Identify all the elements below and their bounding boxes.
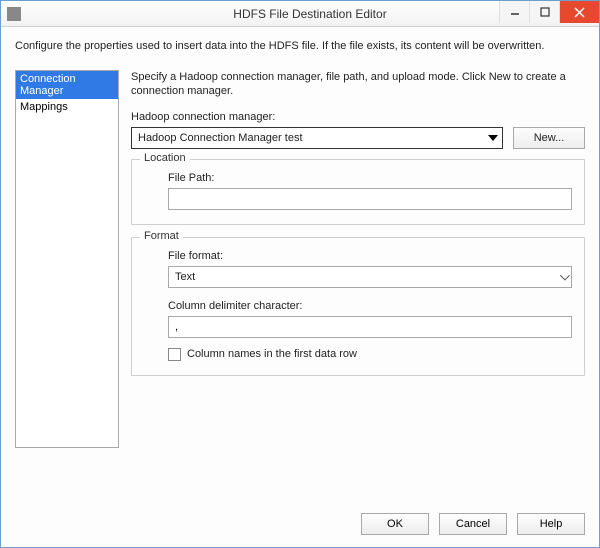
help-button[interactable]: Help	[517, 513, 585, 535]
maximize-icon	[540, 7, 550, 17]
conn-manager-value: Hadoop Connection Manager test	[138, 132, 303, 144]
chevron-down-icon	[484, 128, 502, 148]
format-legend: Format	[140, 230, 183, 242]
new-button-label: New...	[534, 132, 565, 144]
footer-buttons: OK Cancel Help	[361, 513, 585, 535]
titlebar: HDFS File Destination Editor	[1, 1, 599, 27]
firstrow-checkbox[interactable]	[168, 348, 181, 361]
close-button[interactable]	[559, 1, 599, 23]
location-group: Location File Path:	[131, 159, 585, 225]
chevron-down-icon	[560, 273, 567, 280]
firstrow-label: Column names in the first data row	[187, 348, 357, 360]
ok-label: OK	[387, 518, 403, 530]
content-panel: Specify a Hadoop connection manager, fil…	[131, 70, 585, 448]
fileformat-value: Text	[175, 271, 195, 283]
nav-item-label: Connection Manager	[20, 73, 76, 97]
location-legend: Location	[140, 152, 190, 164]
conn-manager-dropdown[interactable]: Hadoop Connection Manager test	[131, 127, 503, 149]
close-icon	[574, 7, 585, 18]
minimize-icon	[510, 7, 520, 17]
content-desc: Specify a Hadoop connection manager, fil…	[131, 70, 585, 99]
nav-item-label: Mappings	[20, 101, 68, 113]
app-icon	[7, 7, 21, 21]
firstrow-row: Column names in the first data row	[168, 348, 572, 361]
delimiter-input[interactable]	[168, 316, 572, 338]
nav-item-connection-manager[interactable]: Connection Manager	[16, 71, 118, 99]
main-row: Connection Manager Mappings Specify a Ha…	[15, 70, 585, 448]
filepath-label: File Path:	[168, 172, 572, 184]
cancel-button[interactable]: Cancel	[439, 513, 507, 535]
window-buttons	[499, 1, 599, 23]
body: Configure the properties used to insert …	[1, 28, 599, 547]
window: HDFS File Destination Editor Configure t…	[0, 0, 600, 548]
new-button[interactable]: New...	[513, 127, 585, 149]
format-group: Format File format: Text Column delimite…	[131, 237, 585, 376]
conn-row: Hadoop Connection Manager test New...	[131, 127, 585, 149]
help-label: Help	[540, 518, 563, 530]
filepath-input[interactable]	[168, 188, 572, 210]
minimize-button[interactable]	[499, 1, 529, 23]
nav-list[interactable]: Connection Manager Mappings	[15, 70, 119, 448]
maximize-button[interactable]	[529, 1, 559, 23]
ok-button[interactable]: OK	[361, 513, 429, 535]
nav-item-mappings[interactable]: Mappings	[16, 99, 118, 115]
intro-text: Configure the properties used to insert …	[15, 40, 585, 52]
cancel-label: Cancel	[456, 518, 490, 530]
fileformat-dropdown[interactable]: Text	[168, 266, 572, 288]
conn-manager-label: Hadoop connection manager:	[131, 111, 585, 123]
delimiter-label: Column delimiter character:	[168, 300, 572, 312]
fileformat-label: File format:	[168, 250, 572, 262]
